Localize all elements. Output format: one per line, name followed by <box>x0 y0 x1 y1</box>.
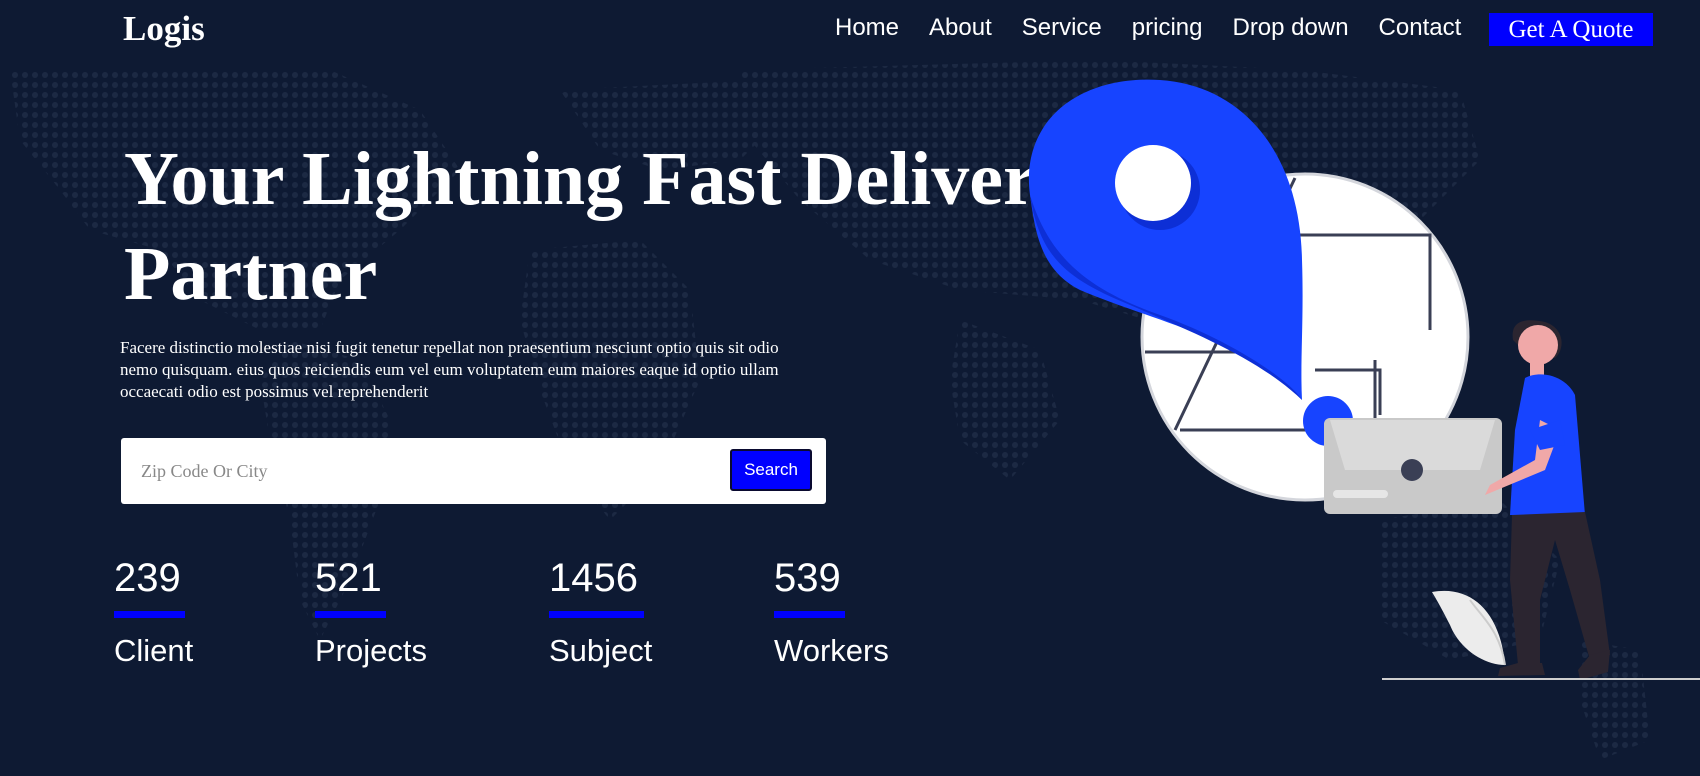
stat-label: Projects <box>315 633 427 668</box>
nav-links: Home About Service pricing Drop down Con… <box>835 14 1491 42</box>
stat-subject: 1456 Subject <box>549 555 652 669</box>
stat-label: Workers <box>774 633 889 668</box>
leaf-icon <box>1432 590 1506 666</box>
nav-dropdown[interactable]: Drop down <box>1232 14 1348 42</box>
get-quote-button[interactable]: Get A Quote <box>1489 13 1653 46</box>
stat-value: 1456 <box>549 556 638 600</box>
stat-value: 521 <box>315 556 382 600</box>
nav-home[interactable]: Home <box>835 14 899 42</box>
hero-title-line1: Your Lightning Fast Delivery <box>124 137 1075 221</box>
person-illustration <box>1485 320 1610 680</box>
stat-value: 239 <box>114 556 181 600</box>
zip-city-input[interactable] <box>141 452 741 490</box>
search-button[interactable]: Search <box>730 449 812 491</box>
stat-workers: 539 Workers <box>774 555 889 669</box>
nav-pricing[interactable]: pricing <box>1132 14 1203 42</box>
logo[interactable]: Logis <box>123 9 205 49</box>
hero-title-line2: Partner <box>124 232 378 316</box>
laptop-icon <box>1324 418 1502 514</box>
stat-underline <box>774 611 845 618</box>
hero-description: Facere distinctio molestiae nisi fugit t… <box>120 338 779 401</box>
stat-label: Subject <box>549 633 653 668</box>
nav-contact[interactable]: Contact <box>1379 14 1462 42</box>
stat-client: 239 Client <box>114 555 193 669</box>
stat-value: 539 <box>774 556 841 600</box>
navbar: Logis Home About Service pricing Drop do… <box>0 0 1700 58</box>
stat-underline <box>114 611 185 618</box>
stat-underline <box>315 611 386 618</box>
stat-label: Client <box>114 633 194 668</box>
delivery-illustration <box>1028 79 1700 680</box>
hero-title: Your Lightning Fast Delivery Partner <box>124 132 1124 322</box>
search-form: Search <box>121 438 826 504</box>
nav-about[interactable]: About <box>929 14 992 42</box>
stat-underline <box>549 611 644 618</box>
nav-service[interactable]: Service <box>1022 14 1102 42</box>
stat-projects: 521 Projects <box>315 555 427 669</box>
